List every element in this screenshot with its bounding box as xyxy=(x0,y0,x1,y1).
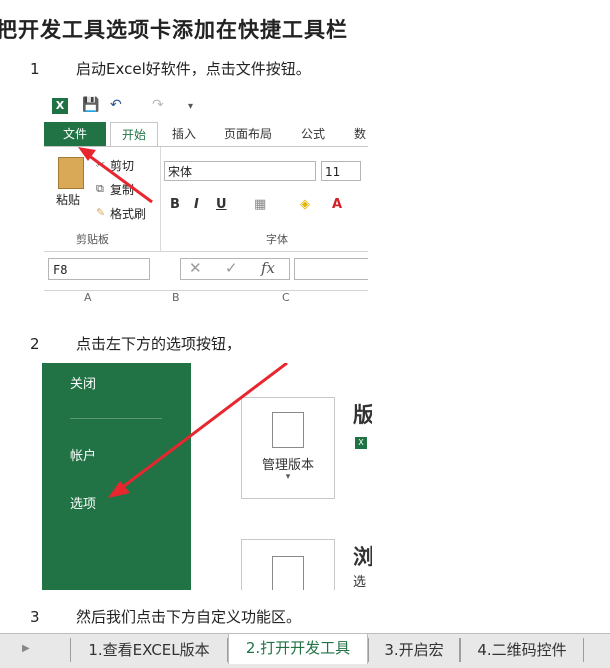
backstage-close[interactable]: 关闭 xyxy=(70,373,96,392)
step-text: 然后我们点击下方自定义功能区。 xyxy=(76,608,302,626)
sheet-tab-1[interactable]: 1.查看EXCEL版本 xyxy=(70,638,228,662)
page-title: 把开发工具选项卡添加在快捷工具栏 xyxy=(0,18,348,42)
ribbon-panel: 粘贴 ✂ 剪切 ⧉ 复制 ✎ 格式刷 剪贴板 宋体 11 B I U ▦ ◈ A… xyxy=(44,146,368,252)
browse-icon xyxy=(272,556,304,590)
font-color-button[interactable]: A xyxy=(332,197,342,212)
cut-icon: ✂ xyxy=(96,158,106,171)
undo-icon[interactable]: ↶ xyxy=(110,97,122,113)
manage-versions-label: 管理版本 xyxy=(261,458,314,473)
excel-ribbon-screenshot: X 💾 ↶ ↷ ▾ 文件 开始 插入 页面布局 公式 数 粘贴 ✂ 剪切 ⧉ 复… xyxy=(44,92,368,306)
tab-home[interactable]: 开始 xyxy=(110,122,158,148)
backstage-account[interactable]: 帐户 xyxy=(70,445,96,464)
enter-icon[interactable]: ✓ xyxy=(225,259,238,277)
function-icon[interactable]: fx xyxy=(261,259,275,277)
browse-card[interactable] xyxy=(241,539,335,590)
customize-dropdown-icon[interactable]: ▾ xyxy=(188,101,193,112)
column-headers: A B C xyxy=(44,290,368,306)
excel-logo-icon: X xyxy=(52,98,68,114)
column-header-b[interactable]: B xyxy=(172,291,180,304)
format-painter-button[interactable]: 格式刷 xyxy=(110,205,146,222)
tab-file[interactable]: 文件 xyxy=(44,122,106,146)
bold-button[interactable]: B xyxy=(170,197,180,212)
underline-button[interactable]: U xyxy=(216,197,227,212)
clipboard-group: 粘贴 ✂ 剪切 ⧉ 复制 ✎ 格式刷 剪贴板 xyxy=(44,147,161,251)
step-3: 3 然后我们点击下方自定义功能区。 xyxy=(30,606,301,627)
quick-access-toolbar: X 💾 ↶ ↷ ▾ xyxy=(44,92,368,120)
formula-buttons: ✕ ✓ fx xyxy=(180,258,290,280)
excel-mini-icon: X xyxy=(355,437,367,449)
font-group-label: 字体 xyxy=(266,233,288,246)
formula-input[interactable] xyxy=(294,258,368,280)
copy-button[interactable]: 复制 xyxy=(110,181,134,198)
column-header-c[interactable]: C xyxy=(282,291,290,304)
step-1: 1 启动Excel好软件，点击文件按钮。 xyxy=(30,58,311,79)
save-icon[interactable]: 💾 xyxy=(82,97,99,113)
column-header-a[interactable]: A xyxy=(84,291,92,304)
sheet-tab-bar: ▶ 1.查看EXCEL版本 2.打开开发工具 3.开启宏 4.二维码控件 xyxy=(0,633,610,668)
clipboard-group-label: 剪贴板 xyxy=(76,233,109,246)
manage-versions-icon xyxy=(272,412,304,448)
ribbon-tabs: 文件 开始 插入 页面布局 公式 数 xyxy=(44,122,368,148)
step-text: 点击左下方的选项按钮， xyxy=(76,335,242,353)
sheet-tab-4[interactable]: 4.二维码控件 xyxy=(460,638,584,662)
format-painter-icon: ✎ xyxy=(96,206,106,219)
step-number: 3 xyxy=(30,608,40,626)
sheet-tab-3[interactable]: 3.开启宏 xyxy=(368,638,460,662)
backstage-menu: 关闭 帐户 选项 xyxy=(42,363,191,590)
paste-button[interactable]: 粘贴 xyxy=(56,191,80,208)
side-subtext: 选 xyxy=(353,575,367,590)
backstage-screenshot: 关闭 帐户 选项 管理版本 ▾ 版 X 浏 选 xyxy=(42,363,372,590)
scroll-tabs-icon[interactable]: ▶ xyxy=(22,643,30,654)
manage-versions-card[interactable]: 管理版本 ▾ xyxy=(241,397,335,499)
step-2: 2 点击左下方的选项按钮， xyxy=(30,333,241,354)
sheet-tab-2[interactable]: 2.打开开发工具 xyxy=(228,634,368,664)
step-text: 启动Excel好软件，点击文件按钮。 xyxy=(76,60,311,78)
font-name-select[interactable]: 宋体 xyxy=(164,161,316,181)
step-number: 1 xyxy=(30,60,40,78)
border-icon[interactable]: ▦ xyxy=(254,197,266,212)
font-size-select[interactable]: 11 xyxy=(321,161,361,181)
backstage-options[interactable]: 选项 xyxy=(70,493,96,512)
copy-icon: ⧉ xyxy=(96,182,104,195)
cut-button[interactable]: 剪切 xyxy=(110,157,134,174)
side-heading-1: 版 xyxy=(353,403,372,427)
tab-data[interactable]: 数 xyxy=(354,122,366,146)
name-box[interactable]: F8 xyxy=(48,258,150,280)
italic-button[interactable]: I xyxy=(194,197,199,212)
paste-icon[interactable] xyxy=(58,157,84,189)
tab-page-layout[interactable]: 页面布局 xyxy=(224,122,272,146)
step-number: 2 xyxy=(30,335,40,353)
dropdown-icon: ▾ xyxy=(285,472,291,482)
side-heading-2: 浏 xyxy=(353,545,372,569)
redo-icon[interactable]: ↷ xyxy=(152,97,164,113)
formula-bar: F8 ✕ ✓ fx xyxy=(44,256,368,282)
cancel-icon[interactable]: ✕ xyxy=(189,259,202,277)
tab-insert[interactable]: 插入 xyxy=(172,122,196,146)
tab-formulas[interactable]: 公式 xyxy=(301,122,325,146)
divider xyxy=(70,418,162,419)
fill-color-icon[interactable]: ◈ xyxy=(300,197,310,212)
